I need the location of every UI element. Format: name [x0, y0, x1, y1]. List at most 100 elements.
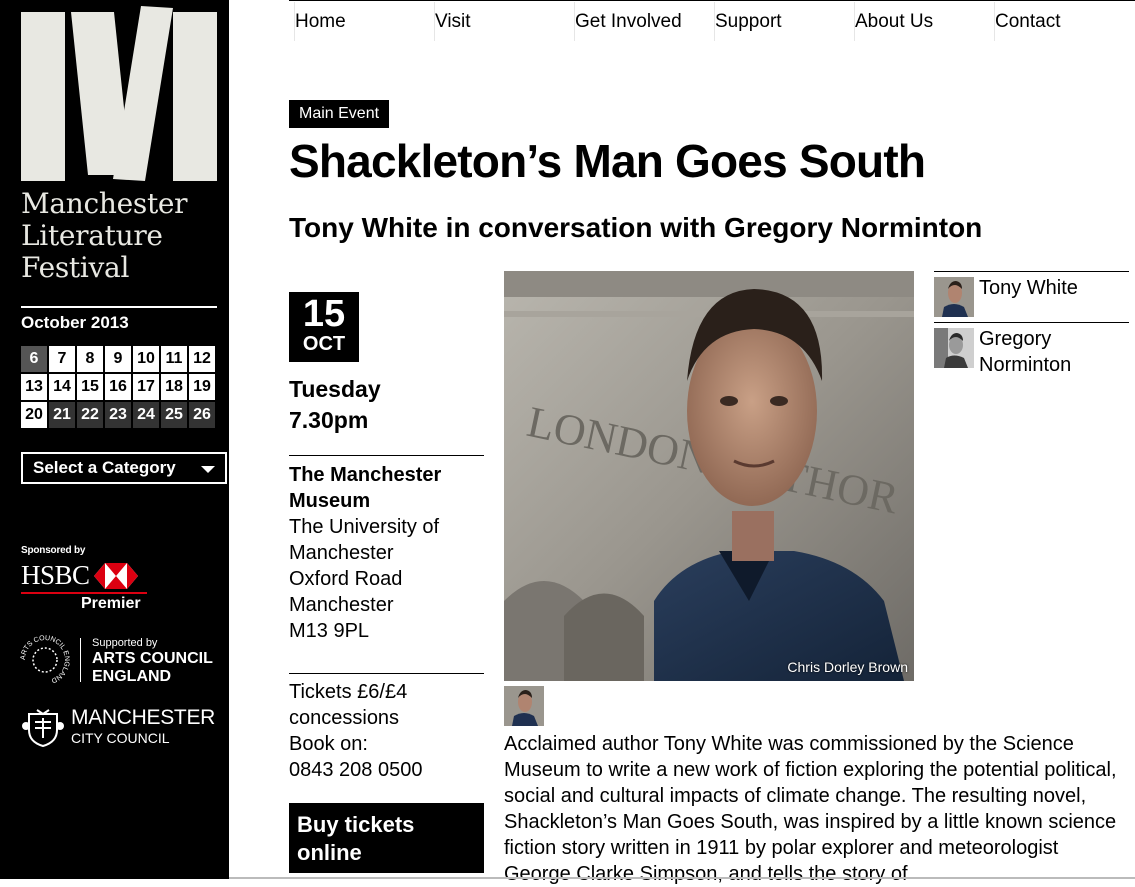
buy-tickets-label-2: online [297, 840, 362, 865]
ticket-book-label: Book on: [289, 733, 368, 755]
venue-address-line: Oxford Road [289, 568, 403, 590]
calendar-day[interactable]: 6 [21, 346, 47, 372]
venue-name-line-2: Museum [289, 490, 371, 512]
calendar-day[interactable]: 10 [133, 346, 159, 372]
calendar-day[interactable]: 7 [49, 346, 75, 372]
ticket-phone[interactable]: 0843 208 0500 [289, 757, 484, 783]
sidebar: Manchester Literature Festival October 2… [0, 0, 229, 879]
festival-logo-text[interactable]: Manchester Literature Festival [21, 187, 188, 284]
sponsor-city-council-logo[interactable]: MANCHESTER CITY COUNCIL [21, 706, 221, 756]
nav-support[interactable]: Support [714, 2, 849, 41]
nav-about-us[interactable]: About Us [854, 2, 989, 41]
city-council-crest-icon [22, 709, 64, 748]
hsbc-name: HSBC [21, 560, 90, 590]
tickets-divider [289, 673, 484, 674]
svg-text:ARTS COUNCIL ENGLAND: ARTS COUNCIL ENGLAND [20, 635, 70, 684]
venue-name: The Manchester Museum [289, 462, 489, 514]
calendar-day[interactable]: 26 [189, 402, 215, 428]
calendar-day[interactable]: 23 [105, 402, 131, 428]
city-council-name: MANCHESTER [71, 706, 216, 729]
venue-address-line: Manchester [289, 594, 394, 616]
calendar-day[interactable]: 12 [189, 346, 215, 372]
person-tony-white[interactable]: Tony White [934, 277, 1129, 319]
ticket-concessions: concessions [289, 707, 400, 729]
city-council-subname: CITY COUNCIL [71, 730, 170, 746]
event-time: 7.30pm [289, 407, 369, 433]
nav-get-involved[interactable]: Get Involved [574, 2, 709, 41]
logo-line-1: Manchester [21, 187, 188, 220]
arts-council-ring-text: ARTS COUNCIL ENGLAND [20, 635, 70, 684]
person-avatar [934, 328, 974, 368]
nav-contact[interactable]: Contact [994, 2, 1129, 41]
person-gregory-norminton[interactable]: Gregory Norminton [934, 328, 1129, 380]
buy-tickets-button[interactable]: Buy tickets online [289, 803, 484, 873]
arts-council-ring-icon: ARTS COUNCIL ENGLAND [20, 635, 70, 684]
festival-logo-m-icon[interactable] [21, 6, 217, 181]
sidebar-divider [21, 306, 217, 308]
calendar-day[interactable]: 11 [161, 346, 187, 372]
person-name: Tony White [979, 277, 1078, 299]
event-photo: LONDON AUTHOR Chris Dorley Brown [504, 271, 914, 681]
event-venue: The Manchester Museum The University of … [289, 462, 489, 644]
nav-visit[interactable]: Visit [434, 2, 569, 41]
people-divider [934, 271, 1129, 272]
author-portrait-image: LONDON AUTHOR [504, 271, 914, 681]
event-category-badge[interactable]: Main Event [289, 100, 390, 128]
ticket-price: Tickets £6/£4 [289, 681, 408, 703]
event-date-month: OCT [302, 333, 346, 355]
calendar-day[interactable]: 17 [133, 374, 159, 400]
chevron-down-icon [201, 466, 215, 473]
calendar-day[interactable]: 21 [49, 402, 75, 428]
sponsor-hsbc-logo[interactable]: Sponsored by HSBC Premier [21, 545, 221, 615]
person-avatar [934, 277, 974, 317]
top-navigation: Home Visit Get Involved Support About Us… [289, 0, 1135, 41]
calendar-grid: 6 7 8 9 10 11 12 13 14 15 16 17 18 19 20… [21, 346, 217, 428]
category-select[interactable]: Select a Category [21, 452, 227, 484]
venue-address-line: Manchester [289, 542, 394, 564]
calendar-day[interactable]: 15 [77, 374, 103, 400]
ace-line-1: ARTS COUNCIL [92, 650, 213, 667]
person-name: Gregory Norminton [979, 328, 1072, 376]
people-divider [934, 322, 1129, 323]
page-title: Shackleton’s Man Goes South [289, 135, 926, 187]
venue-address-line: The University of [289, 516, 440, 538]
calendar-day[interactable]: 19 [189, 374, 215, 400]
sponsored-by-label: Sponsored by [21, 545, 86, 556]
ace-divider [80, 638, 81, 682]
event-description: Acclaimed author Tony White was commissi… [504, 733, 1117, 885]
calendar-day[interactable]: 20 [21, 402, 47, 428]
event-datetime: Tuesday 7.30pm [289, 374, 381, 436]
venue-name-line-1: The Manchester [289, 464, 442, 486]
hsbc-premier-label: Premier [81, 595, 141, 612]
buy-tickets-label-1: Buy tickets [297, 812, 415, 837]
category-select-label: Select a Category [33, 458, 176, 477]
event-date-day: 15 [302, 293, 346, 335]
event-weekday: Tuesday [289, 376, 381, 402]
calendar-day[interactable]: 18 [161, 374, 187, 400]
logo-line-3: Festival [21, 251, 130, 284]
calendar-day[interactable]: 22 [77, 402, 103, 428]
sponsor-arts-council-logo[interactable]: ARTS COUNCIL ENGLAND Supported by ARTS C… [19, 634, 219, 690]
supported-by-label: Supported by [92, 637, 158, 649]
hsbc-underline [21, 592, 147, 594]
photo-credit: Chris Dorley Brown [787, 659, 908, 675]
nav-home[interactable]: Home [294, 2, 429, 41]
event-date-box: 15 OCT [289, 292, 359, 362]
venue-address-line: M13 9PL [289, 620, 370, 642]
arts-council-name: ARTS COUNCIL ENGLAND [92, 650, 213, 686]
photo-thumbnail[interactable] [504, 686, 544, 726]
hsbc-wordmark: HSBC [21, 560, 138, 591]
ace-line-2: ENGLAND [92, 668, 172, 685]
calendar-day[interactable]: 13 [21, 374, 47, 400]
ticket-info: Tickets £6/£4 concessions Book on: 0843 … [289, 679, 484, 783]
calendar-day[interactable]: 14 [49, 374, 75, 400]
logo-line-2: Literature [21, 219, 163, 252]
venue-divider [289, 455, 484, 456]
hsbc-hexagon-icon [93, 562, 138, 589]
calendar-day[interactable]: 9 [105, 346, 131, 372]
calendar-title: October 2013 [21, 313, 129, 332]
calendar-day[interactable]: 8 [77, 346, 103, 372]
calendar-day[interactable]: 24 [133, 402, 159, 428]
calendar-day[interactable]: 16 [105, 374, 131, 400]
calendar-day[interactable]: 25 [161, 402, 187, 428]
